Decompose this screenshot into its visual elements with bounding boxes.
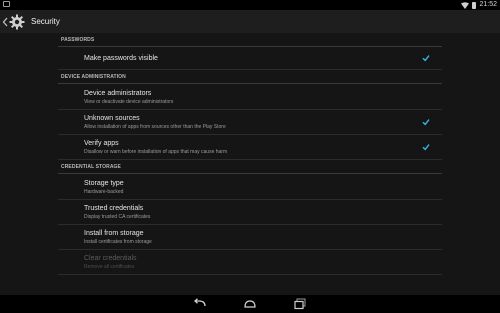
pref-title: Make passwords visible	[84, 55, 158, 62]
checkbox-checked-icon[interactable]	[422, 54, 430, 62]
pref-device-administrators[interactable]: Device administrators View or deactivate…	[58, 85, 442, 110]
pref-clear-credentials: Clear credentials Remove all certificate…	[58, 250, 442, 275]
section-header-passwords: PASSWORDS	[58, 35, 442, 47]
notification-icon	[3, 1, 10, 7]
pref-verify-apps[interactable]: Verify apps Disallow or warn before inst…	[58, 135, 442, 160]
settings-gear-icon	[9, 14, 25, 29]
pref-title: Clear credentials	[84, 255, 137, 262]
section-header-label: CREDENTIAL STORAGE	[61, 164, 121, 170]
section-header-device-administration: DEVICE ADMINISTRATION	[58, 72, 442, 84]
pref-unknown-sources[interactable]: Unknown sources Allow installation of ap…	[58, 110, 442, 135]
pref-title: Trusted credentials	[84, 205, 144, 212]
up-button[interactable]	[0, 10, 25, 33]
pref-title: Verify apps	[84, 140, 119, 147]
pref-summary: Allow installation of apps from sources …	[84, 124, 226, 130]
pref-summary: View or deactivate device administrators	[84, 99, 174, 105]
checkbox-checked-icon[interactable]	[422, 118, 430, 126]
clock: 21:52	[479, 1, 497, 8]
pref-summary: Install certificates from storage	[84, 239, 152, 245]
pref-install-from-storage[interactable]: Install from storage Install certificate…	[58, 225, 442, 250]
pref-title: Install from storage	[84, 230, 144, 237]
page-title: Security	[31, 17, 60, 26]
pref-title: Unknown sources	[84, 115, 140, 122]
pref-summary: Hardware-backed	[84, 189, 124, 195]
pref-make-passwords-visible[interactable]: Make passwords visible	[58, 48, 442, 70]
wifi-icon	[461, 1, 470, 9]
recent-apps-icon[interactable]	[293, 298, 307, 310]
pref-trusted-credentials[interactable]: Trusted credentials Display trusted CA c…	[58, 200, 442, 225]
pref-summary: Remove all certificates	[84, 264, 135, 270]
section-header-label: DEVICE ADMINISTRATION	[61, 74, 126, 80]
section-header-credential-storage: CREDENTIAL STORAGE	[58, 162, 442, 174]
pref-title: Storage type	[84, 180, 124, 187]
battery-icon	[472, 1, 477, 9]
home-icon[interactable]	[243, 298, 257, 310]
pref-summary: Display trusted CA certificates	[84, 214, 151, 220]
pref-summary: Disallow or warn before installation of …	[84, 149, 228, 155]
checkbox-checked-icon[interactable]	[422, 143, 430, 151]
pref-storage-type: Storage type Hardware-backed	[58, 175, 442, 200]
pref-title: Device administrators	[84, 90, 152, 97]
status-bar: 21:52	[0, 0, 500, 10]
settings-list: PASSWORDS Make passwords visible DEVICE …	[0, 33, 500, 295]
system-icons: 21:52	[461, 0, 497, 10]
chevron-left-icon	[2, 17, 8, 26]
section-header-label: PASSWORDS	[61, 37, 95, 43]
navigation-bar	[0, 295, 500, 313]
back-icon[interactable]	[193, 298, 207, 310]
action-bar: Security	[0, 10, 500, 33]
